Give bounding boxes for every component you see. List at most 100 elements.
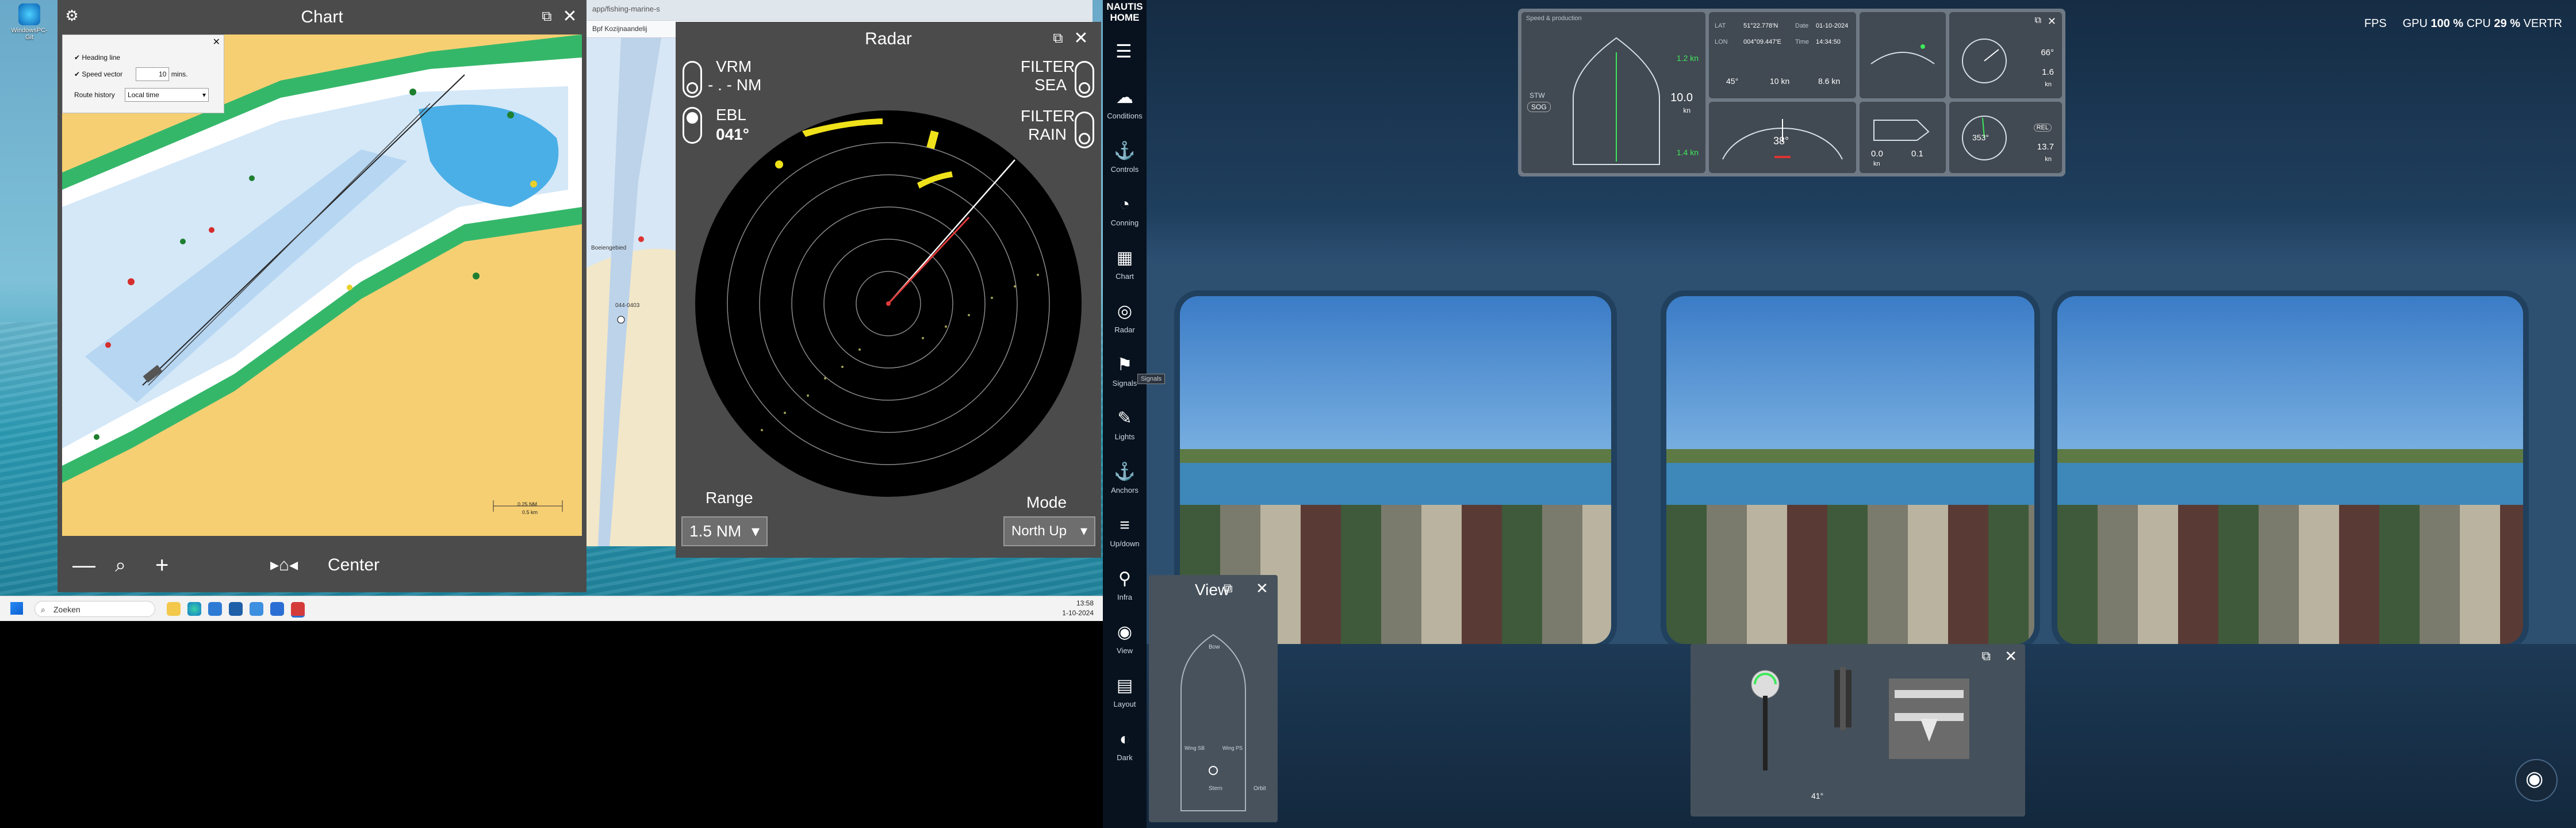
mode-select[interactable]: North Up ▾	[1003, 516, 1095, 546]
search-icon: ⌕	[41, 605, 45, 614]
fps-label: FPS	[2364, 17, 2387, 30]
sidebar-item-label: Up/down	[1110, 539, 1140, 548]
sidebar-item-conditions[interactable]: ☁ Conditions	[1103, 80, 1147, 126]
app-icon	[18, 3, 40, 25]
radar-window-title: Radar	[865, 29, 912, 48]
browser-address-bar[interactable]: app/fishing-marine-s	[586, 0, 1092, 21]
view-wing-ps-label[interactable]: Wing PS	[1222, 745, 1243, 751]
current-unit: kn	[2045, 81, 2052, 88]
nautis-app-icon[interactable]	[291, 602, 305, 618]
route-history-select[interactable]: Local time ▾	[125, 88, 209, 102]
view-wing-sb-label[interactable]: Wing SB	[1184, 745, 1205, 751]
outlook-icon[interactable]	[229, 602, 243, 616]
stw-value: 8.6 kn	[1818, 76, 1841, 86]
view-stern-label[interactable]: Stern	[1209, 785, 1222, 792]
view-bow-label[interactable]: Bow	[1209, 644, 1220, 650]
desktop-shortcut[interactable]: WindowsPC- Git	[9, 3, 49, 41]
hamburger-menu-icon[interactable]: ☰	[1116, 40, 1132, 62]
close-icon[interactable]: ✕	[1256, 580, 1268, 597]
view-compass-button[interactable]: ◉	[2515, 759, 2558, 802]
browser-url: app/fishing-marine-s	[592, 5, 660, 13]
heading-line-row[interactable]: ✔ Heading line	[74, 51, 120, 64]
infra-icon: ⚲	[1118, 569, 1131, 588]
file-explorer-icon[interactable]	[167, 602, 181, 616]
speed-vector-input[interactable]: 10	[136, 67, 170, 81]
popout-icon[interactable]: ⧉	[2035, 16, 2041, 26]
scale-label: 0.25 NM	[518, 501, 538, 507]
gear-icon[interactable]: ⚙	[63, 7, 80, 24]
wind-unit: kn	[2045, 156, 2052, 163]
sidebar-item-conning[interactable]: ◔ Conning	[1103, 187, 1147, 233]
edge-icon[interactable]	[187, 602, 201, 616]
browser-map-label: Boeiengebied	[591, 245, 627, 251]
close-icon[interactable]: ✕	[2004, 647, 2017, 665]
windows-desktop: WindowsPC- Git app/fishing-marine-s Bpf …	[0, 0, 1103, 621]
sidebar-item-radar[interactable]: ◎ Radar	[1103, 294, 1147, 340]
sidebar-item-infra[interactable]: ⚲ Infra	[1103, 562, 1147, 608]
taskbar-search-input[interactable]: ⌕ Zoeken	[34, 601, 155, 617]
sidebar-item-anchors[interactable]: ⚓ Anchors	[1103, 455, 1147, 501]
sidebar-item-layout[interactable]: ▤ Layout	[1103, 669, 1147, 715]
under-keel-value: 0.0	[1871, 149, 1883, 159]
sidebar-item-signals[interactable]: ⚑ Signals	[1103, 348, 1147, 394]
sog-button[interactable]: SOG	[1527, 102, 1551, 112]
route-history-value: Local time	[128, 91, 159, 99]
route-history-row: Route history Local time ▾	[74, 88, 209, 102]
sidebar-item-label: Conditions	[1107, 112, 1143, 120]
popout-icon[interactable]: ⧉	[1224, 581, 1233, 596]
speed-astern-value: 1.4 kn	[1676, 148, 1699, 157]
ship-outline-graphic	[1573, 37, 1660, 165]
sidebar-item-controls[interactable]: ⚓ Controls	[1103, 134, 1147, 180]
center-button[interactable]: Center	[328, 554, 379, 577]
speed-vector-row[interactable]: ✔ Speed vector 10 mins.	[74, 67, 187, 81]
center-ship-icon[interactable]: ▸⌂◂	[270, 554, 298, 577]
conning-icon: ◔	[1119, 195, 1130, 214]
app-icon[interactable]	[270, 602, 284, 616]
clock-time: 13:58	[1076, 599, 1094, 607]
anchor-icon: ⚓	[1114, 462, 1136, 481]
close-icon[interactable]: ✕	[1072, 30, 1090, 47]
search-icon[interactable]: ⌕	[115, 554, 126, 577]
popout-icon[interactable]: ⧉	[1049, 30, 1067, 47]
popout-icon[interactable]: ⧉	[1981, 649, 1991, 664]
browser-bookmark[interactable]: Bpf Kozijnaandelij	[592, 25, 647, 33]
close-icon[interactable]: ✕	[213, 36, 220, 48]
filter-sea-toggle[interactable]	[1075, 61, 1094, 98]
sidebar-item-label: Radar	[1114, 325, 1135, 334]
zoom-out-button[interactable]: —	[72, 554, 95, 577]
under-keel-value-2: 0.1	[1911, 149, 1923, 159]
vrm-toggle[interactable]	[683, 61, 702, 98]
sidebar-item-chart[interactable]: ▦ Chart	[1103, 241, 1147, 287]
sidebar-item-view[interactable]: ◉ View	[1103, 615, 1147, 661]
checkbox-speed-vector[interactable]: ✔	[74, 70, 82, 78]
dark-icon: ◐	[1119, 730, 1130, 749]
heading-value: 38°	[1773, 135, 1789, 147]
sidebar-item-up-down[interactable]: ≡ Up/down	[1103, 508, 1147, 554]
zoom-in-button[interactable]: +	[155, 554, 168, 577]
nautis-simulator: FPS GPU 100 % CPU 29 % VERTR NAUTIS HOME …	[1103, 0, 2576, 828]
lon-label: LON	[1715, 39, 1728, 45]
chart-settings-panel: ✕ ✔ Heading line ✔ Speed vector 10 mins.…	[62, 34, 224, 113]
wind-rel-button[interactable]: REL	[2033, 124, 2052, 132]
sidebar-item-dark[interactable]: ◐ Dark	[1103, 722, 1147, 768]
store-icon[interactable]	[208, 602, 222, 616]
updown-icon: ≡	[1120, 516, 1130, 535]
close-icon[interactable]: ✕	[561, 8, 578, 25]
view-orbit-label[interactable]: Orbit	[1254, 785, 1266, 792]
range-select[interactable]: 1.5 NM ▾	[681, 516, 768, 546]
nautis-home-logo[interactable]: NAUTIS HOME	[1103, 1, 1147, 23]
sidebar-item-label: Dark	[1117, 753, 1133, 762]
app-icon[interactable]	[250, 602, 263, 616]
windows-start-icon[interactable]	[10, 602, 23, 615]
checkbox-heading-line[interactable]: ✔	[74, 53, 82, 62]
throttle-controls[interactable]	[1748, 667, 1989, 782]
sidebar-item-lights[interactable]: ✎ Lights	[1103, 401, 1147, 447]
taskbar-clock[interactable]: 13:58 1-10-2024	[1062, 599, 1094, 618]
popout-icon[interactable]: ⧉	[538, 8, 555, 25]
under-keel-panel: 0.0 0.1 kn	[1860, 102, 1946, 173]
desktop-shortcut-label: WindowsPC- Git	[11, 27, 48, 41]
speed-panel-title: Speed & production	[1526, 15, 1582, 22]
close-icon[interactable]: ✕	[2048, 16, 2056, 28]
radar-scope[interactable]	[693, 108, 1084, 499]
radar-window: Radar ⧉ ✕ VRM - . - NM EBL 041° FILTER S…	[676, 22, 1101, 558]
